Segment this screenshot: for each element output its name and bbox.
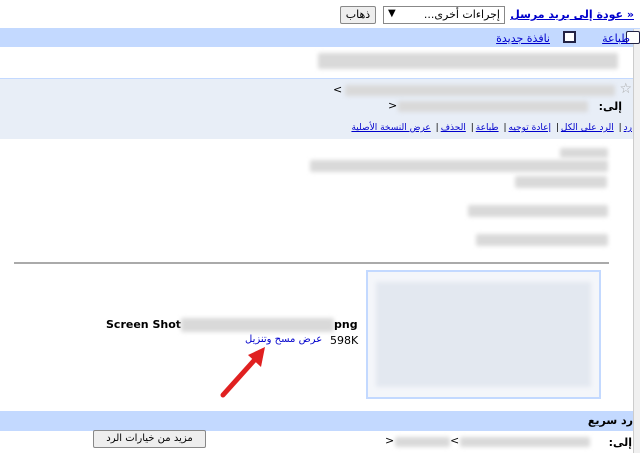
attachment-divider [14,262,609,264]
sender-caret: < [333,83,343,96]
body-line-redacted [515,176,607,188]
go-button[interactable]: ذهاب [340,6,376,24]
quick-reply-bar [0,411,633,431]
new-window-icon[interactable] [563,31,576,43]
attachment-thumbnail[interactable] [366,270,601,399]
recipient-caret: > [388,99,398,112]
body-line-redacted [310,160,608,172]
thumbnail-content-blurred [376,282,591,387]
print-link[interactable]: طباعة [602,32,630,45]
attachment-name-redacted [181,318,334,332]
subject-redacted [318,53,618,69]
back-to-sent-link[interactable]: « عودة إلى بريد مرسل [510,8,634,21]
reply-link[interactable]: رد [624,123,632,133]
annotation-arrow-icon [220,347,265,398]
quick-reply-name-redacted [395,437,450,447]
more-reply-options-button[interactable]: مزيد من خيارات الرد [93,430,206,448]
window-right-edge [633,0,640,453]
delete-link[interactable]: الحذف [441,123,466,133]
view-scan-download-link[interactable]: عرض مسح وتنزيل [245,334,322,345]
new-window-link[interactable]: نافذة جديدة [496,32,550,45]
body-line-redacted [560,148,608,158]
sender-redacted [345,85,615,96]
attachment-name-start: Screen Shot [106,318,182,331]
star-icon[interactable]: ☆ [619,81,632,97]
quick-reply-title: رد سريع [587,414,633,427]
body-line-redacted [476,234,608,246]
chevron-down-icon: ▼ [388,8,396,19]
quick-reply-caret-close: > [385,434,395,447]
quick-reply-caret: < [450,434,460,447]
recipient-redacted [398,101,588,112]
quick-reply-to-label: إلى: [608,436,632,449]
forward-link[interactable]: إعادة توجيه [509,123,551,133]
quick-reply-recipient-redacted [460,437,590,447]
to-label: إلى: [598,100,622,113]
reply-all-link[interactable]: الرد على الكل [561,123,614,133]
reply-links: رد| الرد على الكل| إعادة توجيه| طباعة| ا… [351,123,632,133]
body-line-redacted [468,205,608,217]
more-actions-select[interactable]: إجراءات أخرى... ▼ [383,6,505,24]
attachment-name-end: png [334,318,358,331]
more-actions-value: إجراءات أخرى... [423,8,500,21]
show-original-link[interactable]: عرض النسخة الأصلية [351,123,430,133]
attachment-size: 598K [330,334,359,347]
print-message-link[interactable]: طباعة [476,123,499,133]
